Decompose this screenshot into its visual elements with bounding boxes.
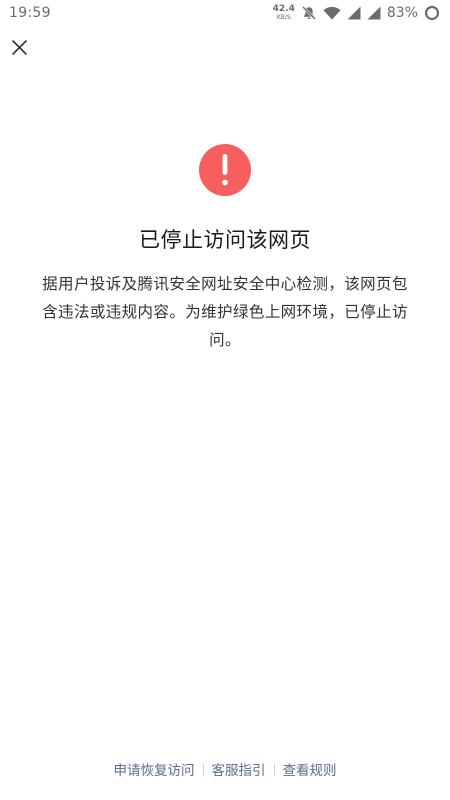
status-bar: 19:59 42.4 KB/S 83%: [0, 0, 450, 26]
block-description: 据用户投诉及腾讯安全网址安全中心检测，该网页包含违法或违规内容。为维护绿色上网环…: [42, 275, 408, 349]
network-speed-value: 42.4: [272, 4, 295, 14]
bell-muted-icon: [301, 5, 317, 21]
blocked-page-screen: 19:59 42.4 KB/S 83% 已停止访问该网页 据用户投诉及腾讯安全网…: [0, 0, 450, 800]
exclamation-icon: [199, 144, 251, 196]
network-speed: 42.4 KB/S: [273, 5, 295, 21]
footer-links: 申请恢复访问 客服指引 查看规则: [0, 758, 450, 780]
close-icon[interactable]: [8, 36, 32, 60]
close-button[interactable]: [8, 36, 32, 60]
signal-icon-2: [367, 6, 381, 20]
page-title: 已停止访问该网页: [139, 228, 311, 252]
customer-service-guide-link[interactable]: 客服指引: [212, 759, 266, 779]
battery-ring-icon: [424, 5, 440, 21]
wifi-icon: [323, 6, 341, 20]
footer-divider-2: [273, 762, 275, 776]
network-speed-unit: KB/S: [276, 14, 291, 21]
status-icons: 42.4 KB/S 83%: [273, 3, 440, 23]
status-time: 19:59: [9, 5, 51, 21]
signal-icon: [347, 6, 361, 20]
footer-divider: [202, 762, 204, 776]
view-rules-link[interactable]: 查看规则: [283, 759, 337, 779]
request-restore-access-link[interactable]: 申请恢复访问: [114, 759, 195, 779]
battery-percent: 83%: [386, 5, 418, 21]
